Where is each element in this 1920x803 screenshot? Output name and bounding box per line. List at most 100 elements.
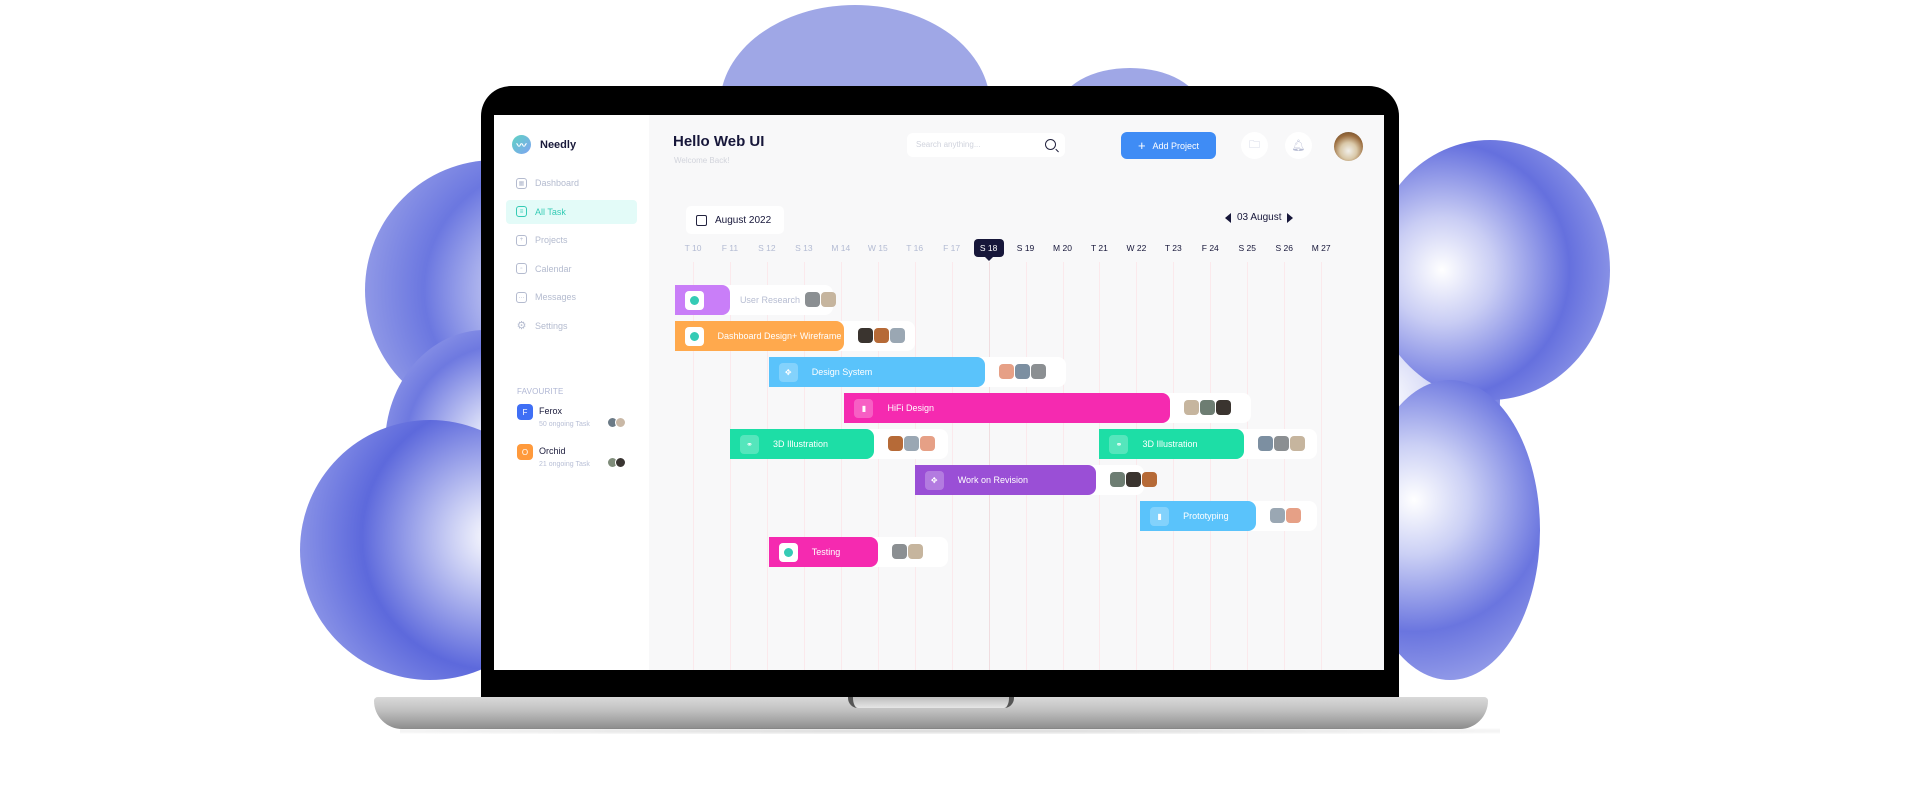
- project-task-count: 21 ongoing Task: [539, 461, 590, 468]
- sidebar-item-projects[interactable]: + Projects: [506, 228, 637, 252]
- logo[interactable]: 〰 Needly: [512, 135, 576, 154]
- calendar-icon: ▫: [516, 263, 527, 274]
- day-label[interactable]: S 12: [752, 243, 782, 253]
- task-icon: ▮: [854, 398, 874, 418]
- assignee-avatar[interactable]: [820, 292, 836, 307]
- day-label[interactable]: T 10: [678, 243, 708, 253]
- search-input[interactable]: Search anything...: [907, 133, 1065, 157]
- task-icon: ▮: [1150, 506, 1170, 526]
- day-label[interactable]: T 21: [1084, 243, 1114, 253]
- assignee-avatar[interactable]: [874, 328, 890, 343]
- assignee-avatar[interactable]: [1141, 472, 1157, 487]
- next-date-button[interactable]: [1287, 212, 1294, 223]
- assignee-avatar[interactable]: [1215, 400, 1231, 415]
- day-label[interactable]: T 23: [1158, 243, 1188, 253]
- page-subtitle: Welcome Back!: [674, 156, 730, 165]
- day-label[interactable]: W 22: [1121, 243, 1151, 253]
- assignee-avatars: [804, 292, 837, 307]
- add-project-button[interactable]: + Add Project: [1121, 132, 1216, 159]
- assignee-avatar[interactable]: [998, 364, 1014, 379]
- bell-icon: 🔔︎: [1291, 140, 1306, 152]
- status-dot-icon: [689, 295, 699, 305]
- day-label[interactable]: S 13: [789, 243, 819, 253]
- assignee-avatar[interactable]: [1183, 400, 1199, 415]
- assignee-avatar[interactable]: [1109, 472, 1125, 487]
- assignee-avatar[interactable]: [890, 328, 906, 343]
- day-label[interactable]: T 16: [900, 243, 930, 253]
- day-gridline: [1284, 262, 1286, 670]
- assignee-avatar[interactable]: [1125, 472, 1141, 487]
- favourite-project[interactable]: F Ferox 50 ongoing Task: [517, 404, 637, 434]
- sidebar-item-calendar[interactable]: ▫ Calendar: [506, 257, 637, 281]
- sidebar-item-label: Calendar: [535, 263, 572, 274]
- task-icon: ✥: [778, 362, 798, 382]
- assignee-avatar[interactable]: [920, 436, 936, 451]
- sidebar-item-dashboard[interactable]: ▦ Dashboard: [506, 171, 637, 195]
- day-label[interactable]: M 20: [1048, 243, 1078, 253]
- search-icon[interactable]: [1045, 139, 1056, 150]
- prev-date-button[interactable]: [1225, 212, 1231, 223]
- day-gridline: [1247, 262, 1249, 670]
- task-bar[interactable]: Dashboard Design+ Wireframe: [674, 321, 845, 351]
- app-screen: 〰 Needly ▦ Dashboard ≡ All Task + Projects ▫ Ca…: [494, 115, 1384, 670]
- day-label[interactable]: S 25: [1232, 243, 1262, 253]
- task-bar[interactable]: ⚭ 3D Illustration: [729, 429, 875, 459]
- assignee-avatar[interactable]: [907, 544, 923, 559]
- app-name: Needly: [540, 138, 577, 151]
- task-name: Design System: [811, 367, 873, 377]
- assignee-avatar[interactable]: [1286, 508, 1302, 523]
- task-bar[interactable]: ✥ Design System: [768, 357, 985, 387]
- task-bar[interactable]: Testing: [768, 537, 878, 567]
- assignee-avatar[interactable]: [1030, 364, 1046, 379]
- task-bar[interactable]: ⚭ 3D Illustration: [1099, 429, 1244, 459]
- assignee-avatar[interactable]: [1273, 436, 1289, 451]
- sidebar-item-label: Projects: [535, 235, 568, 245]
- add-project-label: Add Project: [1152, 140, 1200, 151]
- task-name: Testing: [811, 547, 841, 557]
- task-bar[interactable]: ✥ Work on Revision: [914, 465, 1096, 495]
- month-picker[interactable]: August 2022: [686, 206, 784, 234]
- assignee-avatar[interactable]: [891, 544, 907, 559]
- task-icon: [684, 326, 704, 346]
- day-label[interactable]: S 18: [973, 239, 1004, 261]
- member-avatar: [615, 457, 626, 468]
- assignee-avatars: [998, 364, 1047, 379]
- day-label[interactable]: F 17: [937, 243, 967, 253]
- day-gridline: [1321, 262, 1323, 670]
- assignee-avatar[interactable]: [888, 436, 904, 451]
- assignee-avatar[interactable]: [858, 328, 874, 343]
- assignee-avatar[interactable]: [804, 292, 820, 307]
- sidebar-item-all-task[interactable]: ≡ All Task: [506, 199, 637, 224]
- assignee-avatar[interactable]: [1199, 400, 1215, 415]
- sidebar-item-settings[interactable]: ⚙ Settings: [506, 314, 637, 338]
- day-label[interactable]: F 24: [1195, 243, 1225, 253]
- assignee-avatars: [1183, 400, 1232, 415]
- task-bar[interactable]: [674, 285, 730, 315]
- assignee-avatar[interactable]: [1270, 508, 1286, 523]
- task-bar[interactable]: ▮ HiFi Design: [844, 393, 1170, 423]
- day-label[interactable]: F 11: [715, 243, 745, 253]
- day-label[interactable]: S 19: [1011, 243, 1041, 253]
- user-avatar[interactable]: [1334, 132, 1363, 161]
- assignee-avatar[interactable]: [1289, 436, 1305, 451]
- assignee-avatar[interactable]: [1014, 364, 1030, 379]
- assignee-avatar[interactable]: [904, 436, 920, 451]
- day-label[interactable]: M 27: [1306, 243, 1336, 253]
- day-label[interactable]: W 15: [863, 243, 893, 253]
- folder-button[interactable]: 🗀: [1241, 132, 1268, 159]
- laptop-notch: [848, 697, 1014, 708]
- current-date-label: 03 August: [1237, 212, 1282, 223]
- task-bar[interactable]: ▮ Prototyping: [1140, 501, 1257, 531]
- favourite-project[interactable]: O Orchid 21 ongoing Task: [517, 444, 637, 474]
- notification-button[interactable]: 🔔︎: [1285, 132, 1312, 159]
- day-gridline: [1210, 262, 1212, 670]
- day-label[interactable]: S 26: [1269, 243, 1299, 253]
- assignee-avatar[interactable]: [1257, 436, 1273, 451]
- sidebar-item-messages[interactable]: … Messages: [506, 285, 637, 309]
- task-icon: [778, 542, 798, 562]
- day-label[interactable]: M 14: [826, 243, 856, 253]
- task-name: Dashboard Design+ Wireframe: [717, 331, 842, 341]
- assignee-avatars: [1270, 508, 1302, 523]
- stage: 〰 Needly ▦ Dashboard ≡ All Task + Projects ▫ Ca…: [0, 0, 1920, 803]
- task-name: User Research: [739, 295, 800, 305]
